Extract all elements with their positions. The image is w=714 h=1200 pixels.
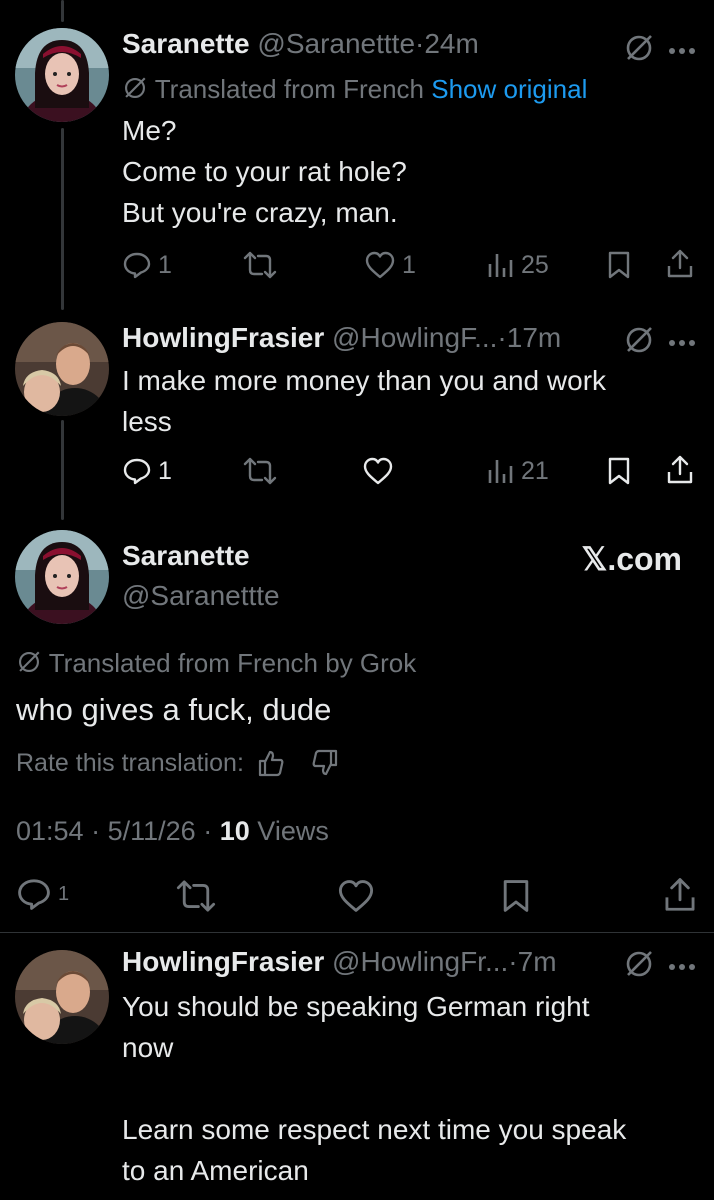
tweet-header: HowlingFrasier @HowlingFr...·7m xyxy=(122,946,557,978)
avatar-saranette[interactable] xyxy=(15,530,109,624)
bookmark-icon[interactable] xyxy=(500,878,532,919)
avatar-howlingfrasier[interactable] xyxy=(15,950,109,1044)
retweet-icon xyxy=(243,457,277,485)
tweet-line: Me? xyxy=(122,115,177,146)
post-date[interactable]: 5/11/26 xyxy=(108,816,196,846)
retweet-icon xyxy=(243,251,277,279)
show-original-link[interactable]: Show original xyxy=(431,74,587,104)
separator-dot: · xyxy=(91,816,101,846)
reply-icon xyxy=(123,458,151,485)
share-icon[interactable] xyxy=(665,454,695,491)
author-name[interactable]: Saranette xyxy=(122,540,250,572)
watermark: 𝕏.com xyxy=(581,541,682,577)
tweet-time[interactable]: 24m xyxy=(424,28,478,59)
separator-dot: · xyxy=(508,946,518,977)
heart-icon xyxy=(365,251,395,279)
author-handle[interactable]: @Saranettte xyxy=(257,28,415,59)
avatar-saranette[interactable] xyxy=(15,28,109,122)
tweet-text: You should be speaking German right now … xyxy=(122,986,692,1191)
analytics-icon xyxy=(488,460,513,483)
reply-icon xyxy=(123,252,151,279)
author-name[interactable]: HowlingFrasier xyxy=(122,322,324,353)
translated-notice: Translated from French Show original xyxy=(122,74,587,108)
views-label: Views xyxy=(257,816,329,846)
grok-small-icon xyxy=(122,75,148,108)
tweet-header: HowlingFrasier @HowlingF...·17m xyxy=(122,322,561,354)
tweet-line: You should be speaking German right xyxy=(122,991,590,1022)
tweet-time[interactable]: 17m xyxy=(507,322,561,353)
grok-translate-icon[interactable] xyxy=(623,32,655,69)
tweet-line: I make more money than you and work xyxy=(122,365,607,396)
tweet-line: less xyxy=(122,406,172,437)
reply-count: 1 xyxy=(158,250,172,279)
analytics-icon xyxy=(488,254,513,277)
reply-button[interactable]: 1 xyxy=(16,876,69,912)
views-count: 10 xyxy=(219,816,250,846)
separator-dot: · xyxy=(203,816,213,846)
like-count: 1 xyxy=(402,250,416,279)
grok-small-icon xyxy=(16,649,42,682)
retweet-button[interactable] xyxy=(243,456,283,486)
tweet-time[interactable]: 7m xyxy=(518,946,557,977)
timestamp-row: 01:54 · 5/11/26 · 10 Views xyxy=(16,816,329,847)
share-icon[interactable] xyxy=(665,248,695,285)
grok-translate-icon[interactable] xyxy=(623,324,655,361)
more-options-icon[interactable] xyxy=(668,958,696,976)
rate-label: Rate this translation: xyxy=(16,748,244,777)
share-icon[interactable] xyxy=(662,876,698,919)
divider xyxy=(0,932,714,933)
thread-line-1 xyxy=(61,128,64,310)
thumbs-down-icon[interactable] xyxy=(310,748,340,778)
grok-translate-icon[interactable] xyxy=(623,948,655,985)
like-button[interactable] xyxy=(362,456,400,486)
tweet-line: Come to your rat hole? xyxy=(122,156,407,187)
heart-icon[interactable] xyxy=(336,878,376,919)
views-count: 21 xyxy=(521,456,549,485)
translated-label: Translated from French by Grok xyxy=(48,648,417,678)
views-count: 25 xyxy=(521,250,549,279)
more-options-icon[interactable] xyxy=(668,334,696,352)
bookmark-icon[interactable] xyxy=(606,250,632,285)
thumbs-up-icon[interactable] xyxy=(256,748,286,778)
reply-button[interactable]: 1 xyxy=(122,250,172,280)
bookmark-icon[interactable] xyxy=(606,456,632,491)
views-button[interactable]: 25 xyxy=(485,250,549,280)
tweet-text: who gives a fuck, dude xyxy=(16,692,332,727)
tweet-line: Learn some respect next time you speak xyxy=(122,1114,627,1145)
separator-dot: · xyxy=(415,28,425,59)
translated-label: Translated from French xyxy=(154,74,425,104)
tweet-line: But you're crazy, man. xyxy=(122,197,398,228)
tweet-text: I make more money than you and work less xyxy=(122,360,692,442)
author-name[interactable]: Saranette xyxy=(122,28,250,59)
reply-icon xyxy=(18,879,50,910)
thread-line-top xyxy=(61,0,64,22)
tweet-text: Me? Come to your rat hole? But you're cr… xyxy=(122,110,692,233)
separator-dot: · xyxy=(497,322,507,353)
rate-translation: Rate this translation: xyxy=(16,748,340,778)
author-handle[interactable]: @Saranettte xyxy=(122,580,280,612)
tweet-line: now xyxy=(122,1032,174,1063)
views-button[interactable]: 21 xyxy=(485,456,549,486)
author-name[interactable]: HowlingFrasier xyxy=(122,946,324,977)
retweet-button[interactable] xyxy=(243,250,283,280)
tweet-line: to an American xyxy=(122,1155,309,1186)
reply-button[interactable]: 1 xyxy=(122,456,172,486)
author-handle[interactable]: @HowlingFr... xyxy=(332,946,508,977)
avatar-howlingfrasier[interactable] xyxy=(15,322,109,416)
translated-notice: Translated from French by Grok xyxy=(16,648,416,682)
heart-icon xyxy=(363,457,393,485)
more-options-icon[interactable] xyxy=(668,42,696,60)
retweet-icon[interactable] xyxy=(176,878,216,919)
tweet-header: Saranette @Saranettte·24m xyxy=(122,28,479,60)
post-time[interactable]: 01:54 xyxy=(16,816,84,846)
reply-count: 1 xyxy=(158,456,172,485)
author-handle[interactable]: @HowlingF... xyxy=(332,322,497,353)
reply-count: 1 xyxy=(58,882,70,905)
thread-line-2 xyxy=(61,420,64,520)
like-button[interactable]: 1 xyxy=(364,250,416,280)
